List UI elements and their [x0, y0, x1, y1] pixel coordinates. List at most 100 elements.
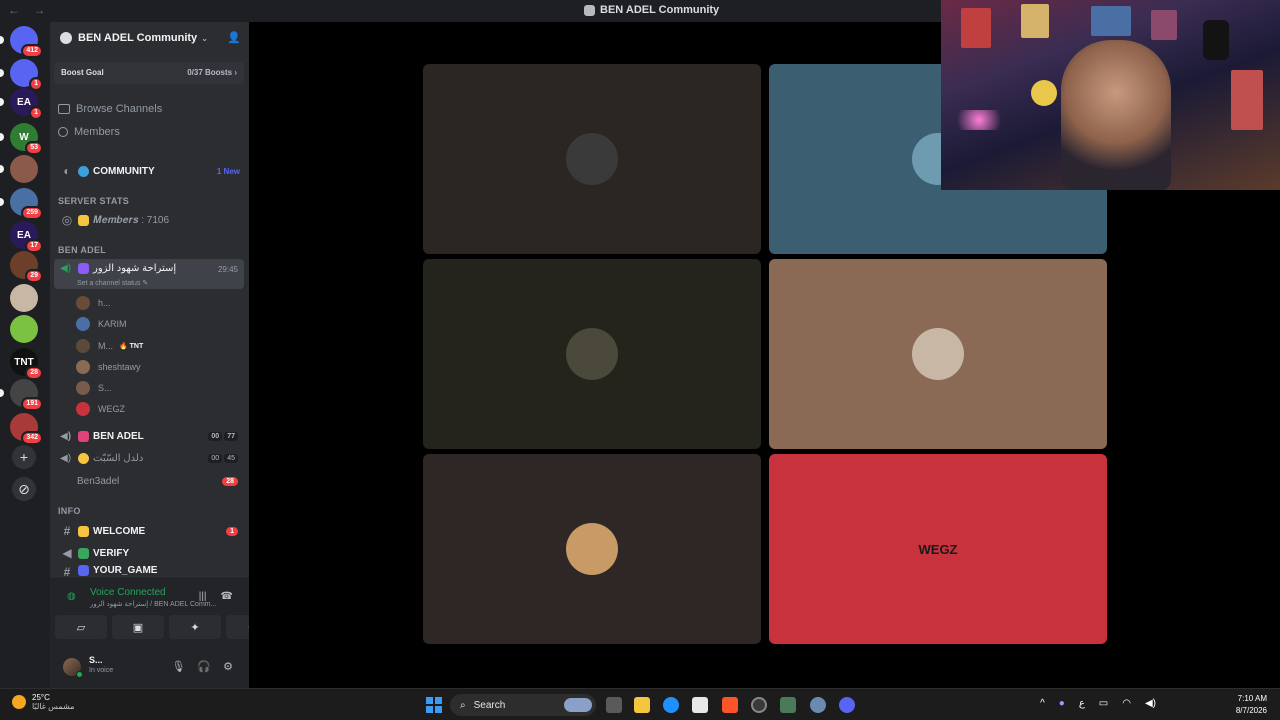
- settings-icon[interactable]: [810, 697, 826, 713]
- participant-tile[interactable]: [423, 454, 761, 644]
- poster-image: [961, 8, 991, 48]
- add-member-icon[interactable]: 👤: [227, 31, 241, 44]
- settings-gear-icon[interactable]: ⚙: [223, 660, 233, 673]
- server-icon-server-6[interactable]: 259: [0, 188, 43, 220]
- discord-app: ← → BEN ADEL Community 412 1 EA 1 W 53 259 EA 17…: [0, 0, 1280, 688]
- ben-adel-channel-label: BEN ADEL: [93, 430, 144, 442]
- mic-tray-icon[interactable]: ●: [1059, 698, 1065, 709]
- active-channel-name: إستراحة شهود الزور: [93, 263, 177, 274]
- store-icon[interactable]: [692, 697, 708, 713]
- channel-ben-adel[interactable]: ◀) BEN ADEL 00 77: [54, 426, 244, 446]
- headphones-icon[interactable]: 🎧: [197, 660, 211, 673]
- screen-share-button[interactable]: ▣: [112, 615, 164, 639]
- avatar: [566, 523, 618, 575]
- voice-user[interactable]: M... 🔥 TNT: [76, 337, 143, 355]
- server-icon-server-10[interactable]: [10, 315, 38, 343]
- participant-tile[interactable]: WEGZ: [769, 454, 1107, 644]
- volume-icon[interactable]: ◀): [1145, 698, 1156, 709]
- unread-badge: 342: [21, 431, 43, 445]
- edge-icon[interactable]: [663, 697, 679, 713]
- category-info[interactable]: INFO: [58, 506, 81, 516]
- browse-channels[interactable]: Browse Channels: [58, 103, 162, 115]
- language-indicator[interactable]: ع: [1079, 698, 1085, 709]
- user-limit-value: 77: [224, 431, 238, 441]
- user-limit: 00 77: [208, 431, 238, 441]
- server-icon-server-9[interactable]: [10, 284, 38, 312]
- add-server-icon[interactable]: +: [12, 445, 36, 469]
- activities-button[interactable]: ✦: [169, 615, 221, 639]
- file-explorer-icon[interactable]: [634, 697, 650, 713]
- server-icon-tnt[interactable]: TNT 28: [10, 348, 43, 380]
- boost-goal[interactable]: Boost Goal 0/37 Boosts ›: [54, 62, 244, 84]
- channel-ben3adel[interactable]: Ben3adel 28: [54, 471, 244, 491]
- channel-welcome[interactable]: # WELCOME 1: [54, 521, 244, 541]
- xbox-icon[interactable]: [751, 697, 767, 713]
- avatar: [76, 339, 90, 353]
- wifi-icon[interactable]: ◠: [1122, 698, 1131, 709]
- voice-user[interactable]: S...: [76, 379, 112, 397]
- user-limit-value: 45: [224, 453, 238, 463]
- unread-pip: [0, 198, 4, 206]
- list-icon: [58, 104, 70, 114]
- taskbar-search[interactable]: ⌕ Search: [450, 694, 596, 716]
- category-ben-adel[interactable]: BEN ADEL: [58, 245, 106, 255]
- server-icon-ea-1[interactable]: EA 1: [0, 88, 43, 120]
- voice-user[interactable]: sheshtawy: [76, 358, 141, 376]
- voice-actions: ||| ☎: [199, 591, 233, 602]
- discord-icon[interactable]: [839, 697, 855, 713]
- username[interactable]: S...: [89, 655, 103, 665]
- participant-tile[interactable]: [423, 64, 761, 254]
- boost-count: 0/37 Boosts ›: [187, 68, 237, 77]
- voice-user[interactable]: WEGZ: [76, 400, 125, 418]
- back-arrow-icon[interactable]: ←: [8, 3, 20, 17]
- start-button[interactable]: [426, 697, 442, 713]
- channel-community[interactable]: ◐ COMMUNITY 1 New: [54, 161, 244, 181]
- unread-pip: [0, 165, 4, 173]
- category-server-stats[interactable]: SERVER STATS: [58, 196, 129, 206]
- stream-preview[interactable]: [941, 0, 1280, 190]
- server-icon-server-8[interactable]: 29: [10, 251, 43, 283]
- server-icon-discord[interactable]: 1: [0, 59, 43, 91]
- unread-pip: [0, 389, 4, 397]
- channel-your-game[interactable]: # YOUR_GAME: [54, 565, 244, 577]
- your-game-label: YOUR_GAME: [93, 565, 158, 576]
- server-icon-w-server[interactable]: W 53: [0, 123, 43, 155]
- brave-icon[interactable]: [722, 697, 738, 713]
- server-icon-server-5[interactable]: [0, 155, 38, 183]
- ben3adel-label: Ben3adel: [77, 475, 120, 487]
- noise-suppression-icon[interactable]: |||: [199, 591, 207, 602]
- new-tag: 1 New: [216, 166, 240, 176]
- server-icon-server-12[interactable]: 191: [0, 379, 43, 411]
- discover-icon[interactable]: ⊘: [12, 477, 36, 501]
- participant-tile[interactable]: [769, 259, 1107, 449]
- voice-connected-title[interactable]: Voice Connected: [90, 587, 166, 598]
- clock[interactable]: 7:10 AM 8/7/2026: [1236, 693, 1267, 717]
- voice-user-name: M...: [98, 341, 113, 351]
- server-icon-discord-home[interactable]: 412: [0, 26, 43, 58]
- poster-image: [1231, 70, 1263, 130]
- channel-status[interactable]: Set a channel status ✎: [77, 279, 148, 287]
- chevron-up-icon[interactable]: ^: [1040, 698, 1045, 709]
- voice-connected-subtitle[interactable]: إستراحة شهود الزور / BEN ADEL Comm...: [90, 600, 216, 608]
- guild-header[interactable]: BEN ADEL Community ⌄ 👤: [50, 22, 249, 54]
- clock-time: 7:10 AM: [1237, 694, 1267, 703]
- hash-icon: #: [63, 565, 71, 577]
- server-icon-server-13[interactable]: 342: [10, 413, 43, 445]
- weather-widget[interactable]: 25°C مشمس غالبًا: [12, 693, 74, 711]
- disconnect-icon[interactable]: ☎: [221, 591, 233, 602]
- voice-user[interactable]: KARIM: [76, 315, 127, 333]
- channel-dalal[interactable]: ◀) دلدل السّبّت 00 45: [54, 448, 244, 468]
- camera-off-button[interactable]: ▱: [55, 615, 107, 639]
- channel-members-count[interactable]: ◎ 𝑴𝒆𝒎𝒃𝒆𝒓𝒔 : 7106: [54, 210, 244, 230]
- forward-arrow-icon[interactable]: →: [33, 3, 45, 17]
- monitor-icon[interactable]: ▭: [1099, 698, 1108, 709]
- participant-tile[interactable]: [423, 259, 761, 449]
- task-view-icon[interactable]: [606, 697, 622, 713]
- microphone-icon[interactable]: 🎙: [171, 660, 185, 673]
- members-link[interactable]: Members: [58, 126, 120, 138]
- weather-temp: 25°C: [32, 693, 50, 702]
- voice-user[interactable]: h...: [76, 294, 111, 312]
- channel-verify[interactable]: ◀ VERIFY: [54, 543, 244, 563]
- server-icon-ea-2[interactable]: EA 17: [10, 221, 43, 253]
- app-icon[interactable]: [780, 697, 796, 713]
